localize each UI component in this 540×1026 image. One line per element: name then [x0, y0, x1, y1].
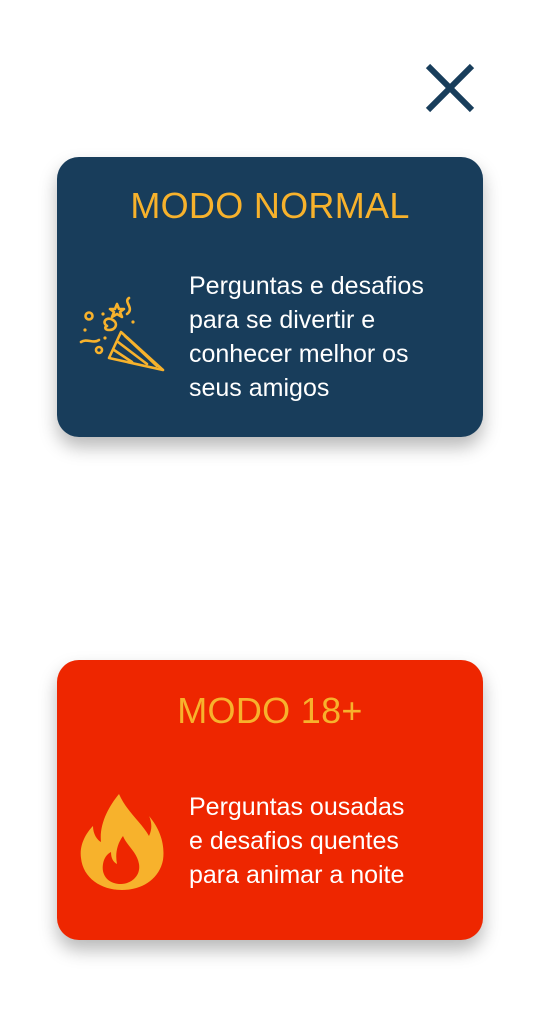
mode-normal-description: Perguntas e desafios para se divertir e …	[189, 272, 424, 402]
mode-18-card[interactable]: MODO 18+ Perguntas ousadas e desafios qu…	[57, 660, 483, 940]
mode-selection-screen: MODO NORMAL Perguntas e desafios para se…	[0, 0, 540, 1026]
close-button[interactable]	[418, 56, 482, 120]
mode-normal-card[interactable]: MODO NORMAL Perguntas e desafios para se…	[57, 157, 483, 437]
mode-18-description: Perguntas ousadas e desafios quentes par…	[189, 793, 405, 889]
mode-normal-title: MODO NORMAL	[130, 185, 410, 226]
close-icon	[425, 63, 475, 113]
mode-18-title: MODO 18+	[177, 690, 363, 731]
party-popper-icon	[77, 292, 167, 372]
flame-icon	[79, 790, 165, 890]
